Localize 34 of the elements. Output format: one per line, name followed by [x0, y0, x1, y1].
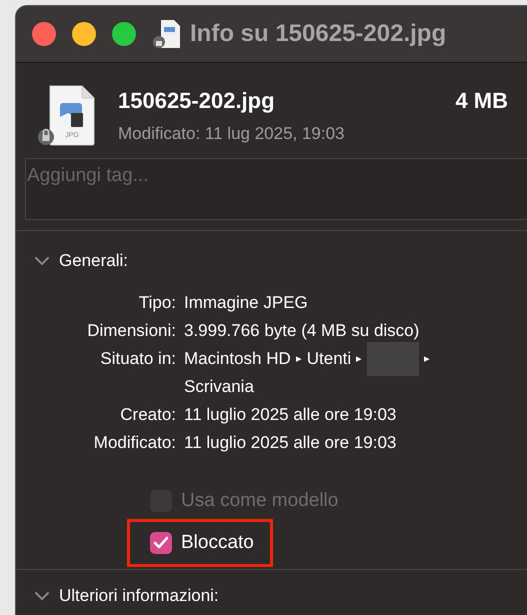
chevron-icon [35, 591, 49, 601]
info-label: Situato in: [99, 348, 176, 370]
path-item: Utenti [306, 348, 352, 370]
more-info-section-header[interactable]: Ulteriori informazioni: [35, 586, 527, 606]
tags-field[interactable]: Aggiungi tag... [25, 158, 527, 220]
checkmark-icon [153, 536, 169, 550]
info-value: 11 luglio 2025 alle ore 19:03 [184, 404, 398, 426]
info-value: 3.999.766 byte (4 MB su disco) [184, 320, 420, 342]
checkbox-label: Bloccato [181, 532, 254, 554]
chevron-icon [35, 256, 49, 266]
redacted-block [367, 342, 420, 376]
info-value: Immagine JPEG [184, 292, 309, 314]
general-section-header[interactable]: Generali: [35, 251, 527, 271]
path-separator: ▸ [296, 352, 302, 367]
window-control[interactable] [72, 22, 96, 46]
image-file-icon [50, 86, 94, 146]
path-separator: ▸ [424, 352, 430, 367]
info-label: Modificato: [92, 432, 176, 454]
file-name: 150625-202.jpg [118, 88, 275, 114]
locked-document-icon [152, 19, 182, 49]
info-value: 11 luglio 2025 alle ore 19:03 [184, 432, 398, 454]
path-item: Scrivania [184, 376, 254, 398]
path-separator: ▸ [356, 352, 362, 367]
modified-date: Modificato: 11 lug 2025, 19:03 [118, 124, 346, 144]
checkbox-label: Usa come modello [181, 490, 338, 512]
info-label: Creato: [119, 404, 176, 426]
checkbox[interactable] [150, 532, 172, 554]
info-label: Tipo: [138, 292, 176, 314]
window-title: Info su 150625-202.jpg [190, 20, 446, 48]
info-label: Dimensioni: [86, 320, 176, 342]
window-control[interactable] [112, 22, 136, 46]
path-item: Macintosh HD [184, 348, 291, 370]
window-control[interactable] [32, 22, 56, 46]
file-size: 4 MB [455, 88, 508, 114]
